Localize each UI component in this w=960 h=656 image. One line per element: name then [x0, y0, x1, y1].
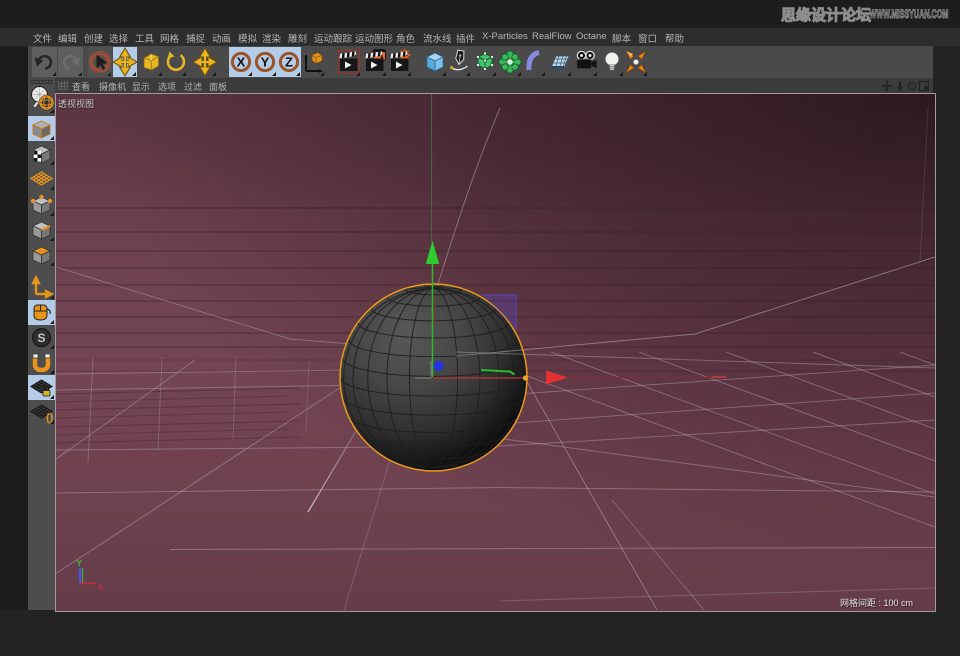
svg-text:Y: Y — [261, 55, 270, 70]
svg-text:X: X — [237, 55, 246, 70]
svg-text:Y: Y — [77, 559, 83, 568]
svg-text:S: S — [37, 331, 45, 345]
svg-text:X: X — [98, 583, 104, 592]
svg-text:Z: Z — [285, 55, 293, 70]
